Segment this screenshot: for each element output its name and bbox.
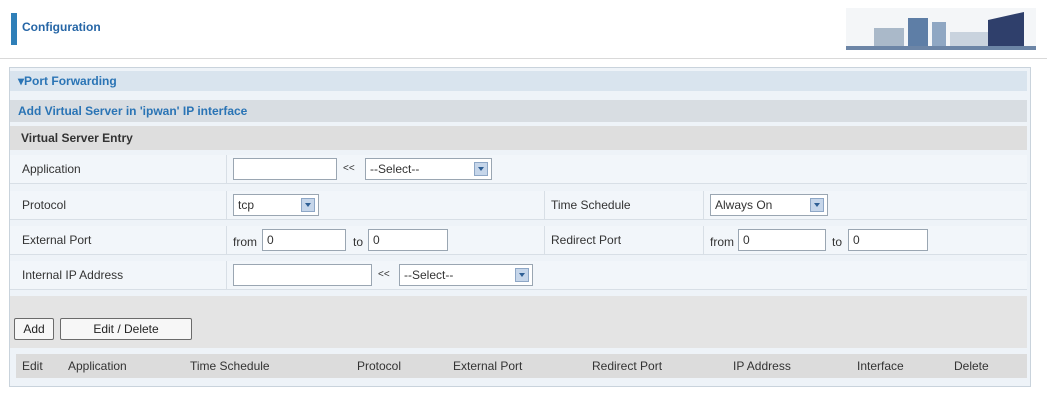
internal-ip-copy-chevron: << [378, 269, 390, 280]
divider [703, 191, 704, 219]
redirect-port-label: Redirect Port [551, 233, 622, 247]
column-application: Application [68, 359, 127, 373]
redirect-to-label: to [832, 235, 843, 249]
page-title: Configuration [22, 20, 101, 34]
column-interface: Interface [857, 359, 904, 373]
protocol-row: Protocol tcp Time Schedule Always On [10, 191, 1027, 220]
section-title: ▾Port Forwarding [18, 74, 117, 88]
divider [544, 191, 545, 219]
add-virtual-server-header: Add Virtual Server in 'ipwan' IP interfa… [10, 100, 1027, 122]
virtual-server-entry-header: Virtual Server Entry [10, 126, 1027, 150]
divider [226, 261, 227, 289]
internal-ip-label: Internal IP Address [22, 268, 124, 282]
redirect-port-from-input[interactable] [738, 229, 826, 251]
internal-ip-select-value: --Select-- [404, 268, 454, 282]
time-schedule-select-value: Always On [715, 198, 773, 212]
protocol-label: Protocol [22, 198, 67, 212]
divider [544, 226, 545, 254]
external-port-from-input[interactable] [262, 229, 346, 251]
time-schedule-select[interactable]: Always On [710, 194, 828, 216]
column-time-schedule: Time Schedule [190, 359, 270, 373]
internal-ip-input[interactable] [233, 264, 372, 286]
external-port-label: External Port [22, 233, 92, 247]
application-select-value: --Select-- [370, 162, 420, 176]
application-select[interactable]: --Select-- [365, 158, 492, 180]
brand-logo [846, 8, 1036, 50]
divider [226, 226, 227, 254]
external-port-to-input[interactable] [368, 229, 448, 251]
column-protocol: Protocol [357, 359, 402, 373]
column-ip-address: IP Address [733, 359, 791, 373]
button-bar: Add Edit / Delete [10, 296, 1027, 348]
header: Configuration [0, 0, 1047, 59]
header-accent-bar [11, 13, 17, 45]
application-input[interactable] [233, 158, 337, 180]
redirect-from-label: from [710, 235, 734, 249]
protocol-select[interactable]: tcp [233, 194, 319, 216]
divider [226, 191, 227, 219]
chevron-down-icon [515, 268, 529, 282]
application-copy-chevron: << [343, 163, 355, 174]
add-button[interactable]: Add [14, 318, 54, 340]
divider [703, 226, 704, 254]
external-from-label: from [233, 235, 257, 249]
divider [226, 155, 227, 183]
edit-delete-button[interactable]: Edit / Delete [60, 318, 192, 340]
time-schedule-label: Time Schedule [551, 198, 631, 212]
internal-ip-row: Internal IP Address << --Select-- [10, 261, 1027, 290]
subsection-title: Add Virtual Server in 'ipwan' IP interfa… [18, 104, 248, 118]
chevron-down-icon [810, 198, 824, 212]
redirect-port-to-input[interactable] [848, 229, 928, 251]
external-to-label: to [353, 235, 364, 249]
column-edit: Edit [22, 359, 43, 373]
entry-title: Virtual Server Entry [21, 131, 133, 145]
port-row: External Port from to Redirect Port from… [10, 226, 1027, 255]
chevron-down-icon [474, 162, 488, 176]
column-delete: Delete [954, 359, 989, 373]
internal-ip-select[interactable]: --Select-- [399, 264, 533, 286]
virtual-server-table-header: Edit Application Time Schedule Protocol … [16, 354, 1027, 378]
column-external-port: External Port [453, 359, 523, 373]
port-forwarding-section-header[interactable]: ▾Port Forwarding [10, 71, 1027, 91]
chevron-down-icon [301, 198, 315, 212]
protocol-select-value: tcp [238, 198, 255, 212]
application-label: Application [22, 162, 81, 176]
column-redirect-port: Redirect Port [592, 359, 663, 373]
application-row: Application << --Select-- [10, 155, 1027, 184]
